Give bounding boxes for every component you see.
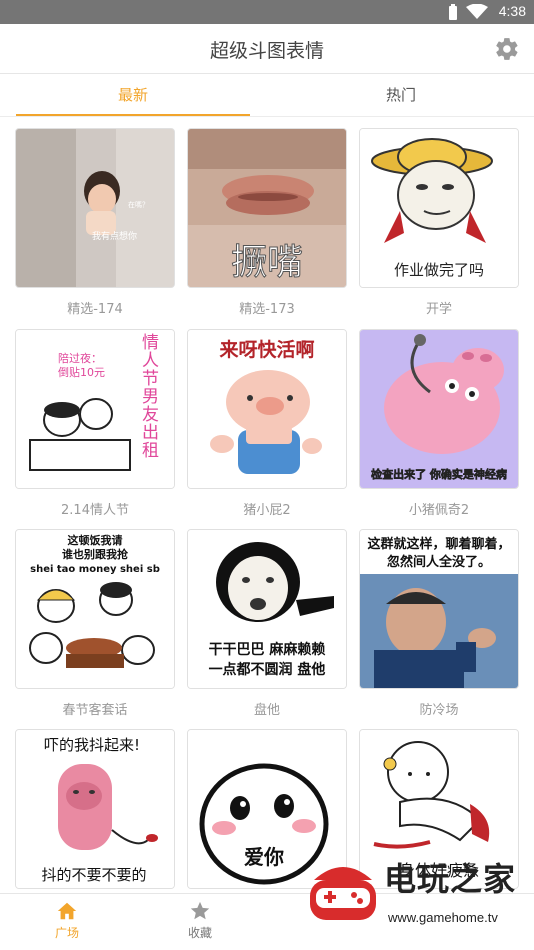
sticker-text: 出 (142, 423, 159, 443)
sticker-thumbnail[interactable]: 吓的我抖起来! 抖的不要不要的 (15, 729, 175, 889)
status-time: 4:38 (498, 3, 526, 19)
sticker-text: 作业做完了吗 (394, 261, 484, 279)
sticker-caption: 猪小屁2 (243, 503, 291, 518)
gamepad-logo-icon (310, 867, 376, 920)
sticker-thumbnail[interactable]: 这群就这样，聊着聊着， 忽然间人全没了。 (359, 529, 519, 689)
sticker-text: 节 (142, 369, 159, 389)
battery-icon (449, 4, 457, 20)
sticker-thumbnail[interactable]: 陪过夜： 倒贴10元 情 人 节 男 友 出 租 (15, 329, 175, 489)
sticker-text: 忽然间人全没了。 (387, 554, 491, 570)
status-bar: 4:38 (0, 0, 534, 24)
tab-popular[interactable]: 热门 (284, 74, 518, 116)
sticker-text: 租 (142, 441, 159, 461)
tab-latest[interactable]: 最新 (16, 74, 250, 116)
sticker-caption: 精选-173 (239, 302, 295, 317)
sticker-caption: 春节客套话 (62, 703, 128, 718)
wifi-icon (466, 4, 488, 19)
sticker-text: 干干巴巴 麻麻赖赖 (209, 641, 326, 658)
app-bar: 超级斗图表情 (0, 24, 534, 74)
sticker-text: 友 (142, 405, 159, 425)
nav-home[interactable]: 广场 (22, 900, 112, 941)
sticker-thumbnail[interactable]: 在嗎？ 我有点想你 (15, 128, 175, 288)
sticker-caption: 精选-174 (67, 302, 123, 317)
star-icon (190, 901, 210, 920)
sticker-thumbnail[interactable]: 这顿饭我请 谁也别跟我抢 shei tao money shei sb (15, 529, 175, 689)
watermark: 电玩之家 www.gamehome.tv (306, 852, 528, 934)
gear-icon[interactable] (494, 36, 520, 62)
home-icon (57, 902, 77, 920)
sticker-text: 陪过夜： (58, 351, 102, 365)
sticker-thumbnail[interactable]: 检查出来了 你确实是神经病 (359, 329, 519, 489)
sticker-thumbnail[interactable]: 撅嘴 (187, 128, 347, 288)
sticker-caption: 防冷场 (419, 703, 459, 718)
sticker-text: 在嗎？ (128, 200, 149, 209)
page-title: 超级斗图表情 (209, 40, 324, 62)
sticker-text: 这顿饭我请 (68, 533, 123, 547)
watermark-url: www.gamehome.tv (388, 910, 498, 925)
sticker-caption: 2.14情人节 (61, 503, 129, 518)
sticker-text: 这群就这样，聊着聊着， (367, 536, 510, 552)
sticker-text: 我有点想你 (92, 230, 137, 242)
sticker-thumbnail[interactable]: 干干巴巴 麻麻赖赖 一点都不圆润 盘他 (187, 529, 347, 689)
sticker-text: 撅嘴 (231, 242, 303, 283)
watermark-name: 电玩之家 (384, 860, 517, 898)
sticker-text: 爱你 (244, 845, 284, 869)
sticker-caption: 小猪佩奇2 (408, 503, 470, 518)
sticker-text: 谁也别跟我抢 (62, 547, 129, 561)
sticker-text: 倒贴10元 (58, 365, 105, 379)
sticker-text: 吓的我抖起来! (44, 736, 140, 754)
tab-bar: 最新 热门 (0, 74, 534, 117)
sticker-text: 检查出来了 你确实是神经病 (371, 467, 507, 481)
sticker-text: 抖的不要不要的 (41, 866, 146, 884)
sticker-thumbnail[interactable]: 作业做完了吗 (359, 128, 519, 288)
sticker-caption: 开学 (425, 302, 452, 317)
nav-label: 收藏 (187, 926, 212, 940)
sticker-text: 来呀快活啊 (219, 338, 314, 361)
sticker-text: 情 (142, 333, 159, 353)
sticker-text: 人 (142, 351, 159, 371)
nav-label: 广场 (54, 926, 79, 940)
sticker-text: 男 (142, 387, 159, 407)
sticker-caption: 盘他 (253, 703, 280, 718)
nav-favorites[interactable]: 收藏 (155, 900, 245, 941)
sticker-thumbnail[interactable]: 来呀快活啊 (187, 329, 347, 489)
sticker-text: 一点都不圆润 盘他 (209, 661, 326, 678)
sticker-text: shei tao money shei sb (30, 564, 160, 575)
